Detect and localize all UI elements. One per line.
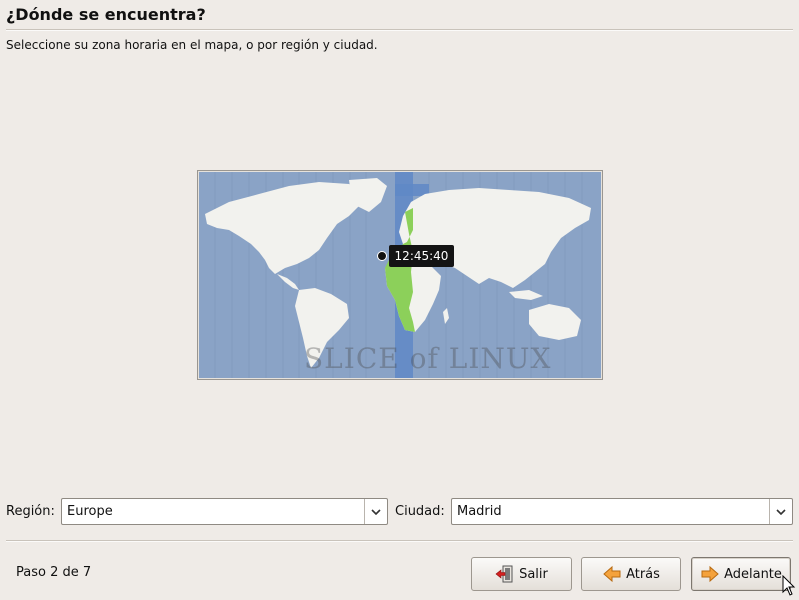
region-select[interactable]: Europe bbox=[61, 498, 388, 525]
chevron-down-icon[interactable] bbox=[769, 499, 792, 524]
world-map-graphic bbox=[199, 172, 601, 378]
exit-icon bbox=[495, 565, 515, 583]
page-title: ¿Dónde se encuentra? bbox=[6, 5, 206, 24]
city-select[interactable]: Madrid bbox=[451, 498, 793, 525]
back-label: Atrás bbox=[626, 566, 660, 582]
arrow-left-icon bbox=[602, 565, 622, 583]
arrow-right-icon bbox=[700, 565, 720, 583]
timezone-map[interactable] bbox=[197, 170, 603, 380]
forward-button[interactable]: Adelante bbox=[691, 557, 791, 591]
back-button[interactable]: Atrás bbox=[581, 557, 681, 591]
forward-label: Adelante bbox=[724, 566, 782, 582]
local-time-tooltip: 12:45:40 bbox=[389, 245, 454, 267]
region-value: Europe bbox=[67, 504, 113, 519]
chevron-down-icon[interactable] bbox=[364, 499, 387, 524]
quit-button[interactable]: Salir bbox=[471, 557, 572, 591]
city-value: Madrid bbox=[457, 504, 502, 519]
footer-divider bbox=[6, 540, 793, 542]
step-indicator: Paso 2 de 7 bbox=[16, 565, 92, 580]
region-label: Región: bbox=[6, 504, 55, 519]
title-divider bbox=[6, 29, 793, 31]
selected-city-marker[interactable] bbox=[377, 251, 387, 261]
city-label: Ciudad: bbox=[395, 504, 445, 519]
page-instructions: Seleccione su zona horaria en el mapa, o… bbox=[6, 38, 378, 52]
mouse-cursor-icon bbox=[782, 575, 796, 596]
quit-label: Salir bbox=[519, 566, 548, 582]
